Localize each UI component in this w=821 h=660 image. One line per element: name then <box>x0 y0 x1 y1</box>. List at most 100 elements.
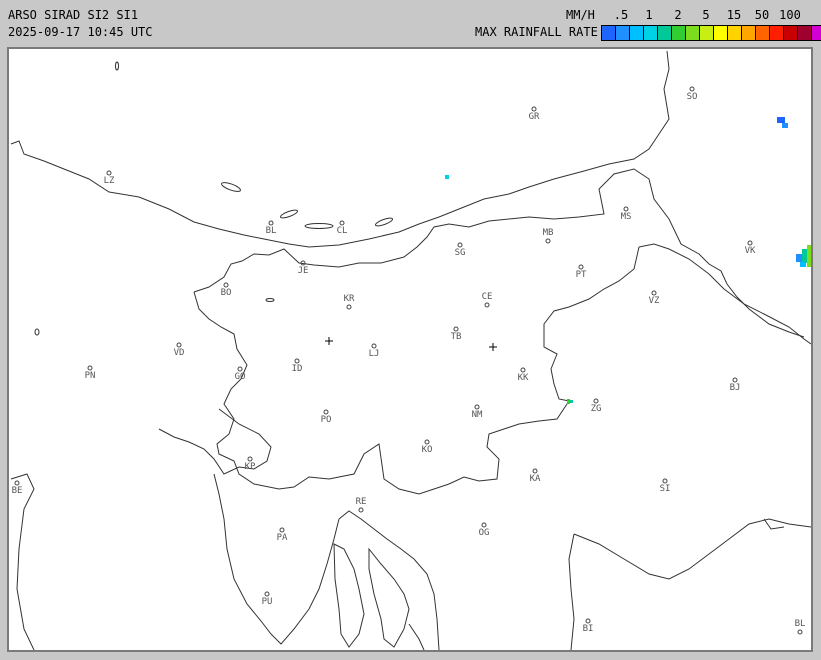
radar-map[interactable]: SO GR LZ BL CL MS MB VK SG JE PT BO KR CE VZ TB VD LJ PN GO… <box>7 47 813 652</box>
radar-site-markers <box>325 337 497 351</box>
rain-echo <box>807 245 811 267</box>
color-scale-bar <box>601 25 821 41</box>
city-label: LJ <box>369 349 380 359</box>
city-marker-icon <box>520 367 526 373</box>
header-bar: ARSO SIRAD SI2 SI1 2025-09-17 10:45 UTC … <box>0 0 821 46</box>
city-marker-icon <box>339 220 345 226</box>
legend-swatch <box>700 26 714 40</box>
radar-site-icon <box>489 343 497 351</box>
city-marker-icon <box>371 343 377 349</box>
city-label: NM <box>472 410 483 420</box>
city-label: CL <box>337 226 348 236</box>
legend-swatch <box>644 26 658 40</box>
city-label: MS <box>621 212 632 222</box>
coastline <box>213 473 340 645</box>
city-label: LZ <box>104 176 115 186</box>
rain-echo <box>445 175 449 179</box>
city-label: ZG <box>591 404 602 414</box>
city-marker-icon <box>323 409 329 415</box>
city-marker-icon <box>532 468 538 474</box>
city-marker-icon <box>651 290 657 296</box>
city-label: CE <box>482 292 493 302</box>
city-marker-icon <box>294 358 300 364</box>
legend-tick: 15 <box>726 8 742 22</box>
city-label: OG <box>479 528 490 538</box>
timestamp: 2025-09-17 10:45 UTC <box>8 25 153 39</box>
city-marker-icon <box>747 240 753 246</box>
city-marker-icon <box>346 304 352 310</box>
city-label: KO <box>422 445 433 455</box>
city-marker-icon <box>14 480 20 486</box>
rain-echo <box>800 262 806 267</box>
legend-unit: MM/H <box>566 8 595 22</box>
legend-swatch <box>602 26 616 40</box>
city-label: JE <box>298 266 309 276</box>
city-label: PO <box>321 415 332 425</box>
city-label: BJ <box>730 383 741 393</box>
city-marker-icon <box>358 507 364 513</box>
city-marker-icon <box>176 342 182 348</box>
legend-swatch <box>714 26 728 40</box>
city-marker-icon <box>545 238 551 244</box>
legend-title: MAX RAINFALL RATE <box>475 25 598 39</box>
city-label: SO <box>687 92 698 102</box>
city-marker-icon <box>531 106 537 112</box>
legend-tick: .5 <box>613 8 629 22</box>
legend-tick: 2 <box>674 8 682 22</box>
city-marker-icon <box>87 365 93 371</box>
city-label: GO <box>235 372 246 382</box>
city-marker-icon <box>585 618 591 624</box>
city-marker-icon <box>223 282 229 288</box>
city-marker-icon <box>453 326 459 332</box>
rain-echo <box>570 400 573 403</box>
rain-echo <box>777 117 785 123</box>
city-label: KR <box>344 294 355 304</box>
city-marker-icon <box>593 398 599 404</box>
city-label: VZ <box>649 296 660 306</box>
legend-swatch <box>770 26 784 40</box>
city-label: SG <box>455 248 466 258</box>
city-label: PT <box>576 270 587 280</box>
city-label: PU <box>262 597 273 607</box>
city-label: PA <box>277 533 288 543</box>
city-marker-icon <box>623 206 629 212</box>
rain-echo <box>782 123 788 128</box>
border-line <box>193 168 805 338</box>
city-marker-icon <box>481 522 487 528</box>
rain-echo <box>796 254 802 262</box>
city-label: MB <box>543 228 554 238</box>
city-marker-icon <box>578 264 584 270</box>
city-marker-icon <box>264 591 270 597</box>
city-marker-icon <box>797 629 803 635</box>
legend-tick: 1 <box>645 8 653 22</box>
city-label: KP <box>245 462 256 472</box>
city-marker-icon <box>457 242 463 248</box>
city-label: BO <box>221 288 232 298</box>
legend-swatch <box>672 26 686 40</box>
city-marker-icon <box>474 404 480 410</box>
legend-swatch <box>658 26 672 40</box>
city-label: KK <box>518 373 529 383</box>
island <box>368 547 410 648</box>
city-label: BI <box>583 624 594 634</box>
city-marker-icon <box>247 456 253 462</box>
city-marker-icon <box>484 302 490 308</box>
coastline <box>10 473 35 650</box>
city-label: VD <box>174 348 185 358</box>
legend-swatch <box>728 26 742 40</box>
legend-swatch <box>742 26 756 40</box>
city-label: SI <box>660 484 671 494</box>
coastline <box>568 533 575 650</box>
city-label: TB <box>451 332 462 342</box>
city-marker-icon <box>732 377 738 383</box>
city-label: BL <box>266 226 277 236</box>
city-label: BL <box>795 619 806 629</box>
legend-tick: 5 <box>702 8 710 22</box>
city-marker-icon <box>662 478 668 484</box>
legend-swatch <box>756 26 770 40</box>
island <box>408 623 425 650</box>
radar-site-icon <box>325 337 333 345</box>
border-line <box>193 246 640 495</box>
legend-swatch <box>616 26 630 40</box>
legend-swatch <box>630 26 644 40</box>
